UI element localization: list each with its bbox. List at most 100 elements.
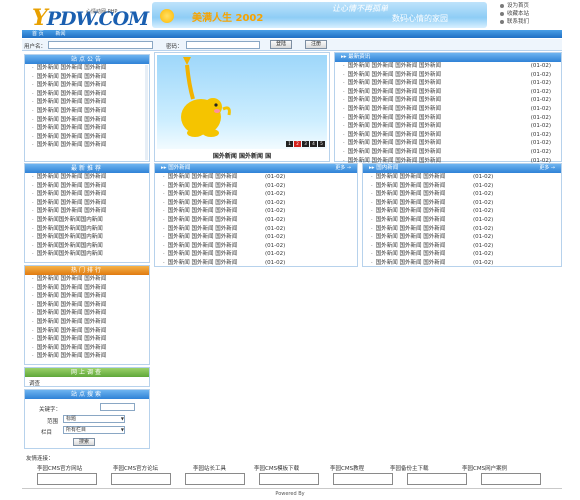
column-select[interactable]: 所有栏目 ▼ bbox=[63, 426, 125, 434]
domestic-news-item[interactable]: 国外新闻 国外新闻 国外新闻 (01-02) bbox=[363, 216, 561, 225]
news-title[interactable]: 国外新闻 国外新闻 国外新闻 bbox=[376, 260, 446, 266]
login-button[interactable]: 登陆 bbox=[270, 40, 292, 49]
nav-item-news[interactable]: 新闻 bbox=[56, 30, 66, 38]
hot-item[interactable]: 国外新闻 国外新闻 国外新闻 bbox=[25, 352, 149, 361]
foreign-news-item[interactable]: 国外新闻 国外新闻 国外新闻 (01-02) bbox=[155, 207, 357, 216]
news-title[interactable]: 国外新闻 国外新闻 国外新闻 bbox=[376, 200, 446, 206]
announcement-item[interactable]: 国外新闻 国外新闻 国外新闻 bbox=[25, 81, 149, 90]
password-input[interactable] bbox=[186, 41, 260, 49]
latest-news-item[interactable]: 国外新闻 国外新闻 国外新闻 国外新闻 (01-02) bbox=[335, 79, 561, 88]
friend-logo-1[interactable] bbox=[37, 473, 97, 485]
news-title[interactable]: 国外新闻 国外新闻 国外新闻 bbox=[168, 183, 238, 189]
scope-select[interactable]: 标题 ▼ bbox=[63, 415, 125, 423]
news-title[interactable]: 国外新闻 国外新闻 国外新闻 bbox=[376, 183, 446, 189]
foreign-news-item[interactable]: 国外新闻 国外新闻 国外新闻 (01-02) bbox=[155, 225, 357, 234]
username-input[interactable] bbox=[48, 41, 153, 49]
news-title[interactable]: 国外新闻 国外新闻 国外新闻 国外新闻 bbox=[348, 149, 441, 155]
scrollbar[interactable] bbox=[145, 65, 148, 160]
recommend-item[interactable]: 国外新闻 国外新闻 国外新闻 bbox=[25, 207, 149, 216]
top-link-home[interactable]: 设为首页 bbox=[500, 2, 529, 10]
news-title[interactable]: 国外新闻 国外新闻 国外新闻 bbox=[376, 226, 446, 232]
news-title[interactable]: 国外新闻 国外新闻 国外新闻 bbox=[168, 234, 238, 240]
news-title[interactable]: 国外新闻 国外新闻 国外新闻 bbox=[168, 217, 238, 223]
news-title[interactable]: 国外新闻 国外新闻 国外新闻 国外新闻 bbox=[348, 63, 441, 69]
latest-news-item[interactable]: 国外新闻 国外新闻 国外新闻 国外新闻 (01-02) bbox=[335, 148, 561, 157]
news-title[interactable]: 国外新闻 国外新闻 国外新闻 bbox=[168, 226, 238, 232]
domestic-news-item[interactable]: 国外新闻 国外新闻 国外新闻 (01-02) bbox=[363, 199, 561, 208]
news-title[interactable]: 国外新闻 国外新闻 国外新闻 国外新闻 bbox=[348, 106, 441, 112]
slideshow[interactable]: 1 2 3 4 5 国外新闻 国外新闻 国 bbox=[154, 52, 330, 162]
news-title[interactable]: 国外新闻 国外新闻 国外新闻 bbox=[376, 243, 446, 249]
top-link-contact[interactable]: 联系我们 bbox=[500, 18, 529, 26]
hot-item[interactable]: 国外新闻 国外新闻 国外新闻 bbox=[25, 275, 149, 284]
friend-link-2[interactable]: 李园CMS官方论坛 bbox=[113, 464, 158, 472]
foreign-news-item[interactable]: 国外新闻 国外新闻 国外新闻 (01-02) bbox=[155, 216, 357, 225]
friend-link-6[interactable]: 李园备份主下载 bbox=[390, 464, 429, 472]
domestic-news-item[interactable]: 国外新闻 国外新闻 国外新闻 (01-02) bbox=[363, 225, 561, 234]
news-title[interactable]: 国外新闻 国外新闻 国外新闻 bbox=[376, 251, 446, 257]
news-title[interactable]: 国外新闻 国外新闻 国外新闻 bbox=[168, 191, 238, 197]
latest-news-item[interactable]: 国外新闻 国外新闻 国外新闻 国外新闻 (01-02) bbox=[335, 71, 561, 80]
hot-item[interactable]: 国外新闻 国外新闻 国外新闻 bbox=[25, 335, 149, 344]
foreign-news-item[interactable]: 国外新闻 国外新闻 国外新闻 (01-02) bbox=[155, 259, 357, 268]
friend-logo-4[interactable] bbox=[259, 473, 319, 485]
nav-item-home[interactable]: 首 页 bbox=[32, 30, 44, 38]
latest-news-item[interactable]: 国外新闻 国外新闻 国外新闻 国外新闻 (01-02) bbox=[335, 122, 561, 131]
friend-link-7[interactable]: 李园CMS网户案例 bbox=[462, 464, 507, 472]
news-title[interactable]: 国外新闻 国外新闻 国外新闻 bbox=[376, 191, 446, 197]
latest-news-item[interactable]: 国外新闻 国外新闻 国外新闻 国外新闻 (01-02) bbox=[335, 88, 561, 97]
news-title[interactable]: 国外新闻 国外新闻 国外新闻 bbox=[376, 217, 446, 223]
announcement-item[interactable]: 国外新闻 国外新闻 国外新闻 bbox=[25, 141, 149, 150]
slide-page-4[interactable]: 4 bbox=[310, 141, 317, 147]
domestic-more-link[interactable]: 更多 → bbox=[539, 164, 555, 173]
announcement-item[interactable]: 国外新闻 国外新闻 国外新闻 bbox=[25, 124, 149, 133]
announcement-item[interactable]: 国外新闻 国外新闻 国外新闻 bbox=[25, 73, 149, 82]
hot-item[interactable]: 国外新闻 国外新闻 国外新闻 bbox=[25, 301, 149, 310]
recommend-item[interactable]: 国外新闻 国外新闻 国外新闻 bbox=[25, 173, 149, 182]
announcement-item[interactable]: 国外新闻 国外新闻 国外新闻 bbox=[25, 107, 149, 116]
latest-news-item[interactable]: 国外新闻 国外新闻 国外新闻 国外新闻 (01-02) bbox=[335, 131, 561, 140]
slide-page-5[interactable]: 5 bbox=[318, 141, 325, 147]
friend-logo-5[interactable] bbox=[333, 473, 393, 485]
recommend-item[interactable]: 国外新闻国外新闻国内新闻 bbox=[25, 233, 149, 242]
friend-link-1[interactable]: 李园CMS官方网站 bbox=[37, 464, 82, 472]
foreign-news-item[interactable]: 国外新闻 国外新闻 国外新闻 (01-02) bbox=[155, 233, 357, 242]
slide-page-3[interactable]: 3 bbox=[302, 141, 309, 147]
hot-item[interactable]: 国外新闻 国外新闻 国外新闻 bbox=[25, 292, 149, 301]
friend-logo-3[interactable] bbox=[185, 473, 245, 485]
hot-item[interactable]: 国外新闻 国外新闻 国外新闻 bbox=[25, 318, 149, 327]
slide-caption[interactable]: 国外新闻 国外新闻 国 bbox=[155, 151, 329, 160]
news-title[interactable]: 国外新闻 国外新闻 国外新闻 国外新闻 bbox=[348, 89, 441, 95]
latest-news-item[interactable]: 国外新闻 国外新闻 国外新闻 国外新闻 (01-02) bbox=[335, 62, 561, 71]
news-title[interactable]: 国外新闻 国外新闻 国外新闻 国外新闻 bbox=[348, 140, 441, 146]
domestic-news-item[interactable]: 国外新闻 国外新闻 国外新闻 (01-02) bbox=[363, 250, 561, 259]
slide-page-2[interactable]: 2 bbox=[294, 141, 301, 147]
domestic-news-item[interactable]: 国外新闻 国外新闻 国外新闻 (01-02) bbox=[363, 182, 561, 191]
hot-item[interactable]: 国外新闻 国外新闻 国外新闻 bbox=[25, 284, 149, 293]
recommend-item[interactable]: 国外新闻 国外新闻 国外新闻 bbox=[25, 182, 149, 191]
foreign-news-item[interactable]: 国外新闻 国外新闻 国外新闻 (01-02) bbox=[155, 250, 357, 259]
domestic-news-item[interactable]: 国外新闻 国外新闻 国外新闻 (01-02) bbox=[363, 207, 561, 216]
news-title[interactable]: 国外新闻 国外新闻 国外新闻 国外新闻 bbox=[348, 132, 441, 138]
recommend-item[interactable]: 国外新闻国外新闻国内新闻 bbox=[25, 216, 149, 225]
top-link-favorite[interactable]: 收藏本站 bbox=[500, 10, 529, 18]
foreign-more-link[interactable]: 更多 → bbox=[335, 164, 351, 173]
announcement-item[interactable]: 国外新闻 国外新闻 国外新闻 bbox=[25, 116, 149, 125]
hot-item[interactable]: 国外新闻 国外新闻 国外新闻 bbox=[25, 309, 149, 318]
announcement-item[interactable]: 国外新闻 国外新闻 国外新闻 bbox=[25, 98, 149, 107]
domestic-news-item[interactable]: 国外新闻 国外新闻 国外新闻 (01-02) bbox=[363, 190, 561, 199]
recommend-item[interactable]: 国外新闻 国外新闻 国外新闻 bbox=[25, 199, 149, 208]
hot-item[interactable]: 国外新闻 国外新闻 国外新闻 bbox=[25, 344, 149, 353]
friend-logo-7[interactable] bbox=[481, 473, 541, 485]
hot-item[interactable]: 国外新闻 国外新闻 国外新闻 bbox=[25, 327, 149, 336]
friend-link-3[interactable]: 李园站长工具 bbox=[193, 464, 226, 472]
news-title[interactable]: 国外新闻 国外新闻 国外新闻 bbox=[168, 208, 238, 214]
news-title[interactable]: 国外新闻 国外新闻 国外新闻 bbox=[376, 208, 446, 214]
friend-link-5[interactable]: 李园CMS教程 bbox=[330, 464, 364, 472]
news-title[interactable]: 国外新闻 国外新闻 国外新闻 bbox=[168, 251, 238, 257]
news-title[interactable]: 国外新闻 国外新闻 国外新闻 国外新闻 bbox=[348, 72, 441, 78]
friend-logo-6[interactable] bbox=[407, 473, 467, 485]
foreign-news-item[interactable]: 国外新闻 国外新闻 国外新闻 (01-02) bbox=[155, 190, 357, 199]
domestic-news-item[interactable]: 国外新闻 国外新闻 国外新闻 (01-02) bbox=[363, 173, 561, 182]
announcement-item[interactable]: 国外新闻 国外新闻 国外新闻 bbox=[25, 133, 149, 142]
